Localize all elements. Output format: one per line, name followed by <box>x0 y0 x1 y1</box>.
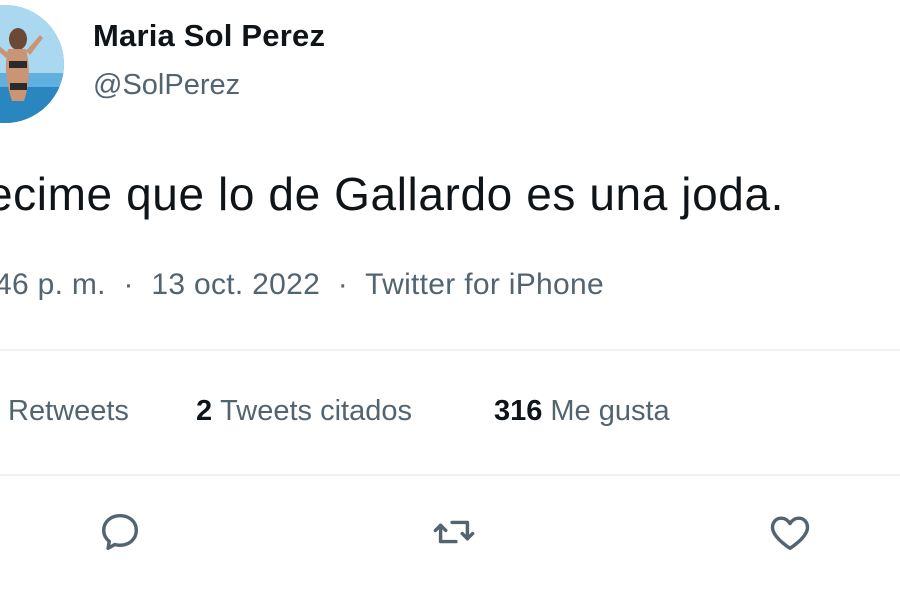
display-name[interactable]: Maria Sol Perez <box>93 18 325 54</box>
retweets-stat[interactable]: Retweets <box>8 395 129 428</box>
tweet-meta: 46 p. m. · 13 oct. 2022 · Twitter for iP… <box>0 268 604 302</box>
like-button[interactable] <box>766 508 814 556</box>
tweet-date[interactable]: 13 oct. 2022 <box>151 268 320 301</box>
avatar-photo <box>0 5 64 123</box>
quotes-count: 2 <box>196 395 213 427</box>
retweet-button[interactable] <box>430 508 478 556</box>
user-handle[interactable]: @SolPerez <box>93 69 240 102</box>
tweet-text: ecime que lo de Gallardo es una joda. <box>0 168 785 220</box>
avatar[interactable] <box>0 5 64 123</box>
quotes-label: Tweets citados <box>220 395 412 427</box>
tweet-time[interactable]: 46 p. m. <box>0 268 106 301</box>
retweet-icon <box>433 520 475 544</box>
reply-button[interactable] <box>96 508 144 556</box>
likes-count: 316 <box>494 395 543 427</box>
divider <box>0 474 900 476</box>
meta-separator: · <box>123 268 134 301</box>
likes-stat[interactable]: 316 Me gusta <box>494 395 670 428</box>
likes-label: Me gusta <box>550 395 670 427</box>
engagement-stats: Retweets 2 Tweets citados 316 Me gusta <box>0 395 900 435</box>
tweet-card: Maria Sol Perez @SolPerez ecime que lo d… <box>0 0 900 600</box>
meta-separator: · <box>337 268 349 301</box>
heart-icon <box>770 516 810 551</box>
divider <box>0 349 900 351</box>
retweets-label: Retweets <box>8 395 129 427</box>
tweet-source[interactable]: Twitter for iPhone <box>365 268 604 301</box>
reply-icon <box>101 513 139 551</box>
quotes-stat[interactable]: 2 Tweets citados <box>196 395 412 428</box>
